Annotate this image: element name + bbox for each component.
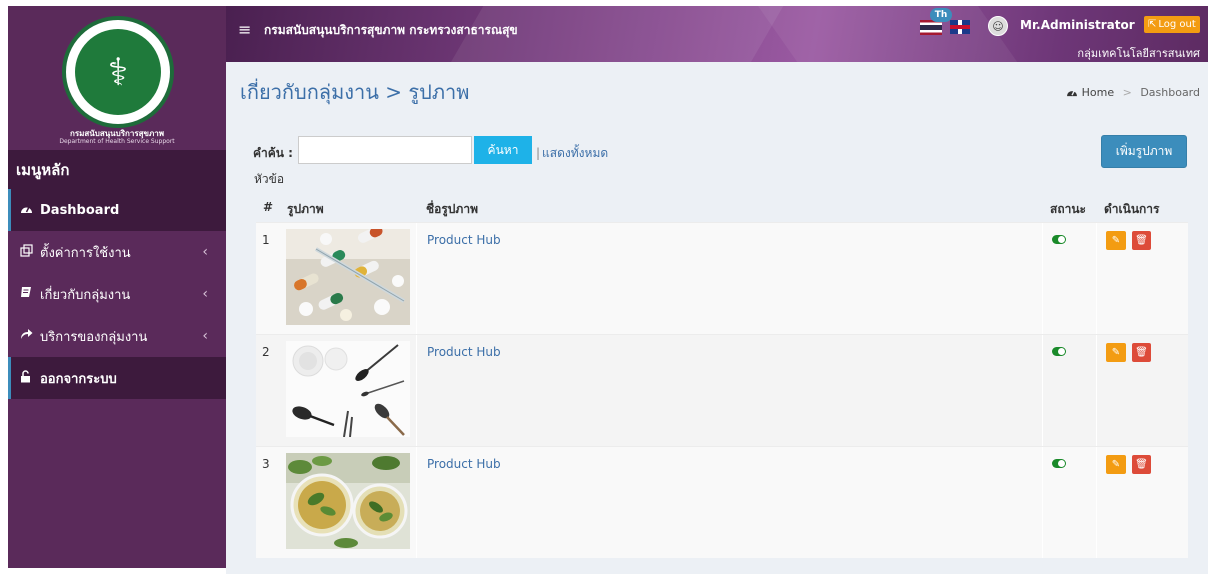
breadcrumb-home[interactable]: Home bbox=[1082, 86, 1114, 99]
sidebar-item-dashboard[interactable]: Dashboard bbox=[8, 189, 226, 231]
avatar[interactable]: ☺ bbox=[988, 16, 1008, 36]
pencil-icon: ✎ bbox=[1111, 459, 1121, 470]
edit-button[interactable]: ✎ bbox=[1106, 231, 1126, 250]
row-number: 3 bbox=[262, 457, 270, 471]
status-toggle-icon[interactable] bbox=[1052, 459, 1066, 468]
user-name[interactable]: Mr.Administrator bbox=[1020, 18, 1135, 32]
table-row: 1 Product Hub ✎ 🗑 bbox=[256, 222, 1188, 334]
show-all-label: แสดงทั้งหมด bbox=[542, 146, 609, 160]
images-table: # รูปภาพ ชื่อรูปภาพ สถานะ ดำเนินการ 1 Pr… bbox=[256, 192, 1188, 558]
show-all-link[interactable]: | แสดงทั้งหมด bbox=[536, 144, 608, 163]
edit-button[interactable]: ✎ bbox=[1106, 455, 1126, 474]
caduceus-icon: ⚕ bbox=[75, 29, 161, 115]
language-badge: Th bbox=[930, 8, 952, 22]
logo-caption-english: Department of Health Service Support bbox=[59, 137, 175, 145]
herbal-tea-image[interactable] bbox=[286, 453, 410, 549]
delete-button[interactable]: 🗑 bbox=[1132, 231, 1151, 250]
sidebar-item-settings[interactable]: ตั้งค่าการใช้งาน ‹ bbox=[8, 231, 226, 273]
pencil-icon: ✎ bbox=[1111, 235, 1121, 246]
sidebar-item-label: ออกจากระบบ bbox=[40, 371, 117, 387]
logout-button[interactable]: ⇱ Log out bbox=[1144, 16, 1200, 33]
image-name-link[interactable]: Product Hub bbox=[427, 457, 501, 471]
sidebar-item-logout[interactable]: ออกจากระบบ bbox=[8, 357, 226, 399]
chevron-left-icon: ‹ bbox=[202, 328, 208, 344]
chevron-left-icon: ‹ bbox=[202, 244, 208, 260]
page-title: เกี่ยวกับกลุ่มงาน > รูปภาพ bbox=[240, 80, 470, 104]
sidebar: ⚕ กรมสนับสนุนบริการสุขภาพ Department of … bbox=[8, 6, 226, 568]
delete-button[interactable]: 🗑 bbox=[1132, 343, 1151, 362]
col-header-name: ชื่อรูปภาพ bbox=[426, 202, 478, 216]
ministry-logo[interactable]: ⚕ bbox=[62, 16, 174, 128]
uk-flag-icon[interactable] bbox=[950, 20, 970, 34]
search-button[interactable]: ค้นหา bbox=[474, 136, 532, 164]
site-title: กรมสนับสนุนบริการสุขภาพ กระทรวงสาธารณสุข bbox=[264, 23, 518, 37]
logout-label: Log out bbox=[1158, 19, 1196, 30]
row-number: 1 bbox=[262, 233, 270, 247]
external-link-icon: ⇱ bbox=[1148, 19, 1157, 30]
clone-icon bbox=[20, 243, 40, 261]
thai-flag-icon[interactable] bbox=[920, 20, 942, 35]
add-image-button[interactable]: เพิ่มรูปภาพ bbox=[1101, 135, 1187, 168]
dashboard-icon bbox=[20, 203, 40, 218]
search-label: คำค้น : bbox=[253, 146, 293, 160]
image-name-link[interactable]: Product Hub bbox=[427, 233, 501, 247]
chevron-left-icon: ‹ bbox=[202, 286, 208, 302]
row-number: 2 bbox=[262, 345, 270, 359]
dashboard-icon bbox=[1066, 86, 1082, 99]
logo-area: ⚕ กรมสนับสนุนบริการสุขภาพ Department of … bbox=[8, 6, 226, 150]
delete-button[interactable]: 🗑 bbox=[1132, 455, 1151, 474]
col-header-image: รูปภาพ bbox=[287, 202, 324, 216]
topic-label: หัวข้อ bbox=[254, 172, 285, 186]
breadcrumb-separator: > bbox=[1122, 86, 1132, 99]
table-header: # รูปภาพ ชื่อรูปภาพ สถานะ ดำเนินการ bbox=[256, 192, 1188, 222]
book-icon bbox=[20, 286, 40, 302]
logo-caption: กรมสนับสนุนบริการสุขภาพ Department of He… bbox=[8, 129, 226, 145]
sidebar-item-about[interactable]: เกี่ยวกับกลุ่มงาน ‹ bbox=[8, 273, 226, 315]
breadcrumb: Home > Dashboard bbox=[1066, 86, 1200, 99]
menu-header: เมนูหลัก bbox=[8, 150, 226, 189]
edit-button[interactable]: ✎ bbox=[1106, 343, 1126, 362]
main-content: เกี่ยวกับกลุ่มงาน > รูปภาพ Home > Dashbo… bbox=[226, 62, 1208, 574]
col-header-status: สถานะ bbox=[1050, 202, 1086, 216]
trash-icon: 🗑 bbox=[1135, 347, 1148, 358]
department-name: กลุ่มเทคโนโลยีสารสนเทศ bbox=[1077, 47, 1200, 60]
search-input[interactable] bbox=[298, 136, 472, 164]
makeup-brushes-image[interactable] bbox=[286, 341, 410, 437]
status-toggle-icon[interactable] bbox=[1052, 347, 1066, 356]
lock-icon bbox=[20, 369, 40, 387]
sidebar-item-label: ตั้งค่าการใช้งาน bbox=[40, 245, 131, 261]
sidebar-item-label: Dashboard bbox=[40, 202, 120, 218]
sidebar-item-label: เกี่ยวกับกลุ่มงาน bbox=[40, 287, 131, 303]
sidebar-item-label: บริการของกลุ่มงาน bbox=[40, 329, 148, 345]
trash-icon: 🗑 bbox=[1135, 235, 1148, 246]
show-all-separator: | bbox=[536, 146, 541, 160]
status-toggle-icon[interactable] bbox=[1052, 235, 1066, 244]
share-arrow-icon bbox=[20, 328, 40, 344]
trash-icon: 🗑 bbox=[1135, 459, 1148, 470]
table-row: 2 Product Hub ✎ 🗑 bbox=[256, 334, 1188, 446]
col-header-action: ดำเนินการ bbox=[1104, 202, 1160, 216]
hamburger-menu-icon[interactable]: ≡ bbox=[238, 20, 251, 39]
breadcrumb-current: Dashboard bbox=[1140, 86, 1200, 99]
pills-image[interactable] bbox=[286, 229, 410, 325]
table-row: 3 Product Hub ✎ 🗑 bbox=[256, 446, 1188, 558]
sidebar-item-services[interactable]: บริการของกลุ่มงาน ‹ bbox=[8, 315, 226, 357]
top-header: ≡ กรมสนับสนุนบริการสุขภาพ กระทรวงสาธารณส… bbox=[226, 6, 1208, 62]
pencil-icon: ✎ bbox=[1111, 347, 1121, 358]
col-header-num: # bbox=[263, 200, 274, 214]
image-name-link[interactable]: Product Hub bbox=[427, 345, 501, 359]
